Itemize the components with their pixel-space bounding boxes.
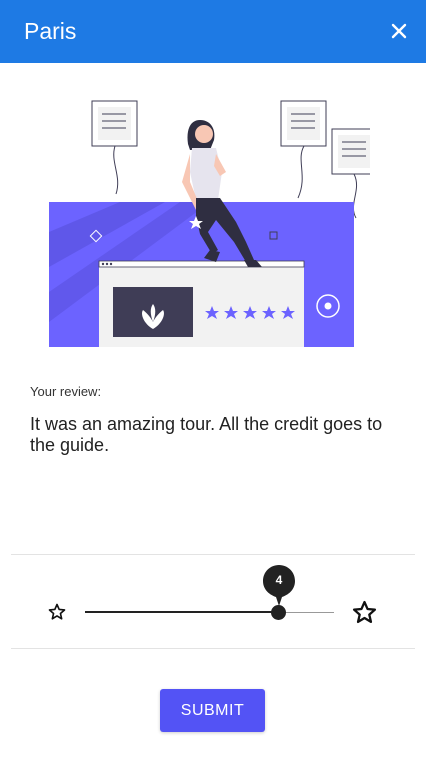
divider (11, 554, 415, 555)
divider (11, 648, 415, 649)
rating-slider-track[interactable] (279, 611, 334, 613)
close-button[interactable] (384, 16, 414, 46)
star-outline-icon (48, 603, 66, 620)
rating-slider-track-filled[interactable] (85, 611, 279, 613)
review-text[interactable]: It was an amazing tour. All the credit g… (30, 414, 400, 456)
card-icon (91, 100, 138, 195)
review-label: Your review: (30, 384, 102, 399)
card-icon (280, 100, 327, 199)
app-header: Paris (0, 0, 426, 63)
page-title: Paris (24, 18, 77, 44)
close-icon (391, 23, 407, 39)
review-illustration (49, 100, 370, 347)
rating-slider-thumb[interactable] (271, 605, 286, 620)
submit-button[interactable]: SUBMIT (160, 689, 265, 732)
star-outline-icon (352, 600, 377, 624)
rating-value-bubble (263, 565, 295, 606)
